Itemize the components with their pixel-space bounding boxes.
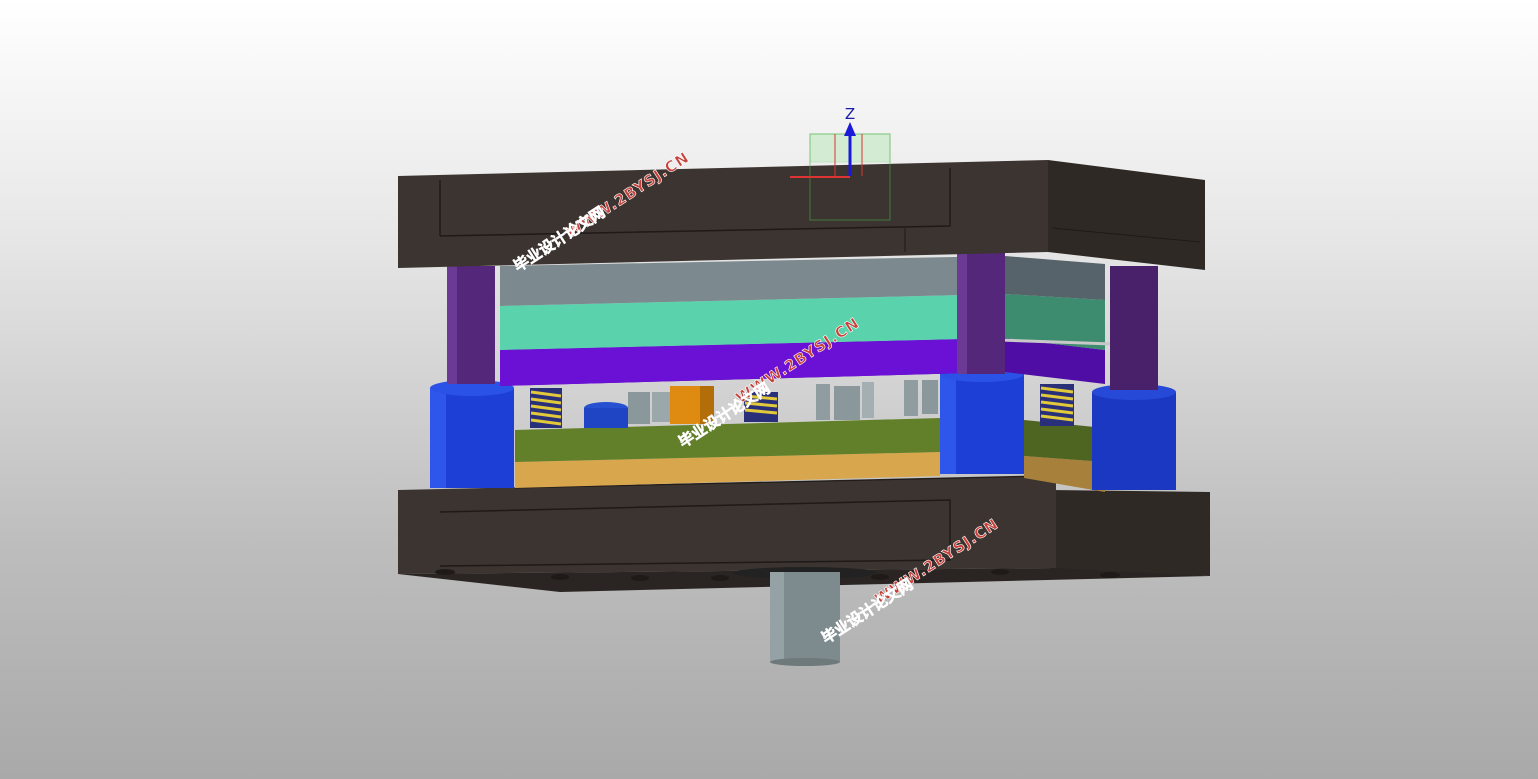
bushing-front-right [940,366,1024,474]
upper-plates[interactable] [500,256,1113,386]
bushing-front-left [430,380,514,488]
cad-3d-viewport[interactable]: Z WWW.2BYSJ.CN 毕业设计论文网 WWW.2BYSJ.CN 毕业设计… [0,0,1538,779]
spring-right [1040,384,1074,426]
bushing-back-right [1092,384,1176,490]
z-axis-label: Z [845,105,855,123]
spring-left [530,388,562,428]
